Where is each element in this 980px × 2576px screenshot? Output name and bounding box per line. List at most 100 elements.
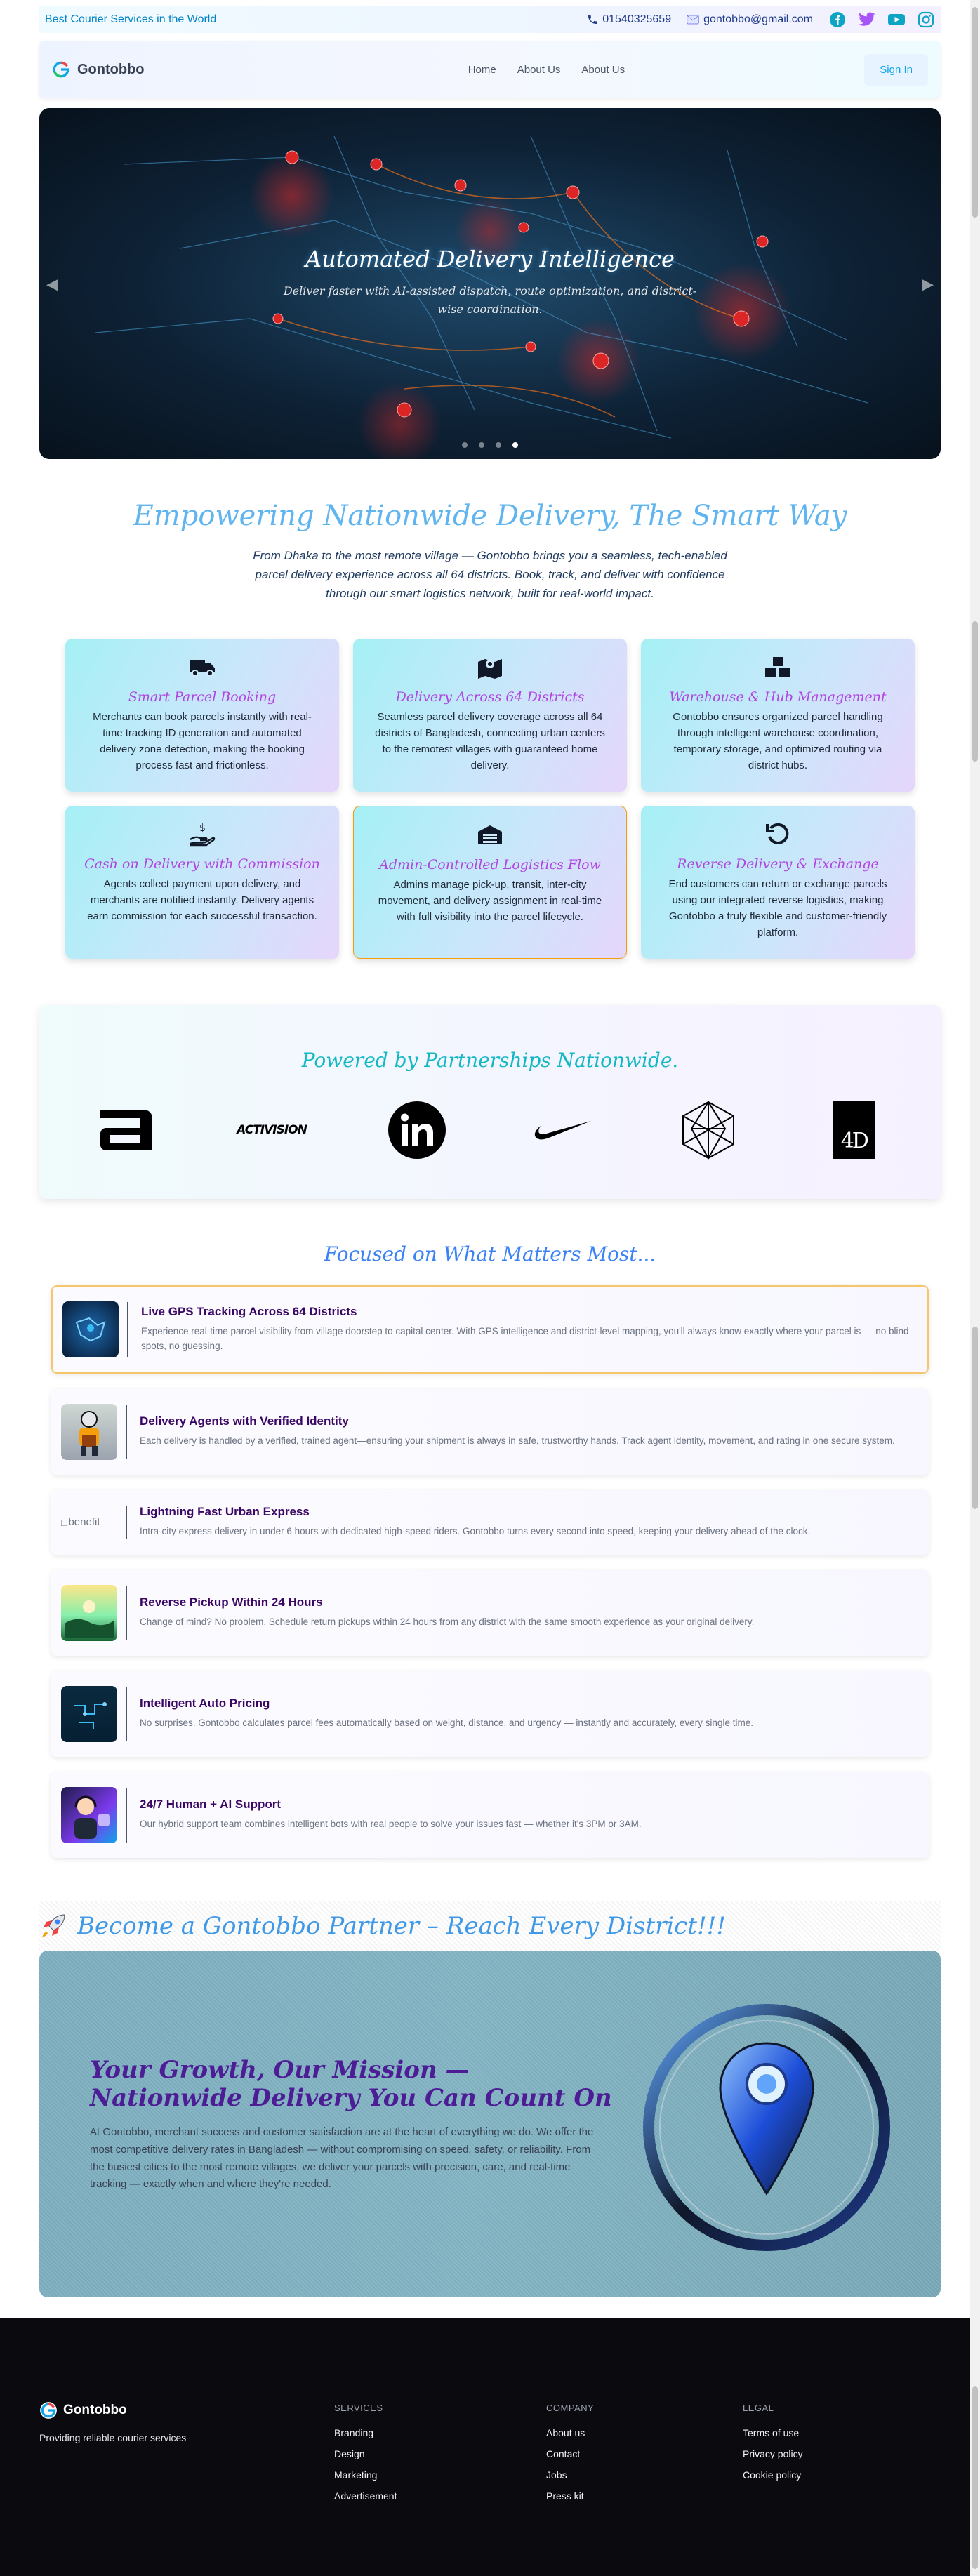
page-scrollbar[interactable] <box>970 0 980 2576</box>
benefit-item: Delivery Agents with Verified Identity Ea… <box>51 1388 929 1475</box>
benefit-text: Experience real-time parcel visibility f… <box>141 1325 909 1351</box>
footer-link[interactable]: Marketing <box>334 2469 397 2481</box>
auto-pricing-image <box>61 1685 117 1742</box>
focus-section: Focused on What Matters Most... Live GPS… <box>51 1242 929 1858</box>
scrollbar-thumb[interactable] <box>972 1327 978 1509</box>
sign-in-button[interactable]: Sign In <box>864 53 928 86</box>
rocket-icon <box>42 1914 65 1937</box>
footer-link[interactable]: Press kit <box>546 2490 594 2502</box>
footer-link[interactable]: Advertisement <box>334 2490 397 2502</box>
feature-card: Warehouse & Hub Management Gontobbo ensu… <box>641 638 915 792</box>
intro-title: Empowering Nationwide Delivery, The Smar… <box>133 500 847 532</box>
benefit-title: Intelligent Auto Pricing <box>140 1697 270 1711</box>
feature-card: Reverse Delivery & Exchange End customer… <box>641 805 915 959</box>
facebook-icon[interactable] <box>828 11 847 29</box>
warehouse-icon <box>478 825 502 844</box>
youtube-icon[interactable] <box>887 11 906 29</box>
scrollbar-thumb[interactable] <box>972 2386 978 2569</box>
geometric-logo <box>670 1100 747 1160</box>
footer-link[interactable]: Privacy policy <box>743 2448 803 2459</box>
footer-link[interactable]: Terms of use <box>743 2427 803 2438</box>
benefit-title: Lightning Fast Urban Express <box>140 1505 310 1519</box>
brand-logo[interactable]: Gontobbo <box>52 60 145 79</box>
scrollbar-thumb[interactable] <box>972 7 978 218</box>
benefit-text: No surprises. Gontobbo calculates parcel… <box>140 1718 753 1729</box>
benefit-item: Live GPS Tracking Across 64 Districts Exp… <box>51 1284 929 1374</box>
footer-link[interactable]: Branding <box>334 2427 397 2438</box>
nav-link-home[interactable]: Home <box>468 64 496 76</box>
become-partner-title: Become a Gontobbo Partner – Reach Every … <box>77 1911 726 1940</box>
feature-title: Admin-Controlled Logistics Flow <box>379 856 601 872</box>
carousel-dot-active[interactable] <box>512 442 518 448</box>
feature-title: Reverse Delivery & Exchange <box>677 856 879 872</box>
footer-column-title: LEGAL <box>743 2403 774 2413</box>
map-pin-icon <box>478 658 502 679</box>
features-grid: Smart Parcel Booking Merchants can book … <box>65 638 915 959</box>
benefit-text: Our hybrid support team combines intelli… <box>140 1819 642 1830</box>
footer-column-legal: LEGAL Terms of use Privacy policy Cookie… <box>743 2403 803 2490</box>
undo-icon <box>766 823 789 844</box>
benefit-text: Change of mind? No problem. Schedule ret… <box>140 1616 755 1628</box>
carousel-dots <box>39 442 941 448</box>
email-address: gontobbo@gmail.com <box>703 13 813 25</box>
footer-column-title: COMPANY <box>546 2403 595 2413</box>
footer-tagline: Providing reliable courier services <box>39 2432 187 2443</box>
4d-logo: 4D <box>815 1100 892 1160</box>
carousel-dot[interactable] <box>479 442 484 448</box>
benefit-title: Reverse Pickup Within 24 Hours <box>140 1595 323 1609</box>
hand-money-icon: $ <box>190 823 216 846</box>
hero-title: Automated Delivery Intelligence <box>305 246 675 272</box>
carousel-dot[interactable] <box>462 442 468 448</box>
feature-text: Admins manage pick-up, transit, inter-ci… <box>378 878 602 924</box>
benefit-item: □ benefit Lightning Fast Urban Express Int… <box>51 1489 929 1555</box>
nav-link-about-us[interactable]: About Us <box>517 64 561 76</box>
email-contact[interactable]: gontobbo@gmail.com <box>687 13 813 26</box>
benefit-text: Each delivery is handled by a verified, … <box>140 1435 895 1447</box>
gontobbo-logo-icon <box>40 2402 57 2419</box>
reverse-pickup-image <box>61 1584 117 1641</box>
instagram-icon[interactable] <box>917 11 935 29</box>
scrollbar-thumb[interactable] <box>972 621 978 762</box>
feature-card: Smart Parcel Booking Merchants can book … <box>65 638 339 792</box>
gontobbo-logo-icon <box>53 61 69 78</box>
footer-column-title: SERVICES <box>334 2403 383 2413</box>
partners-title: Powered by Partnerships Nationwide. <box>301 1048 679 1072</box>
footer-brand-name: Gontobbo <box>63 2403 127 2417</box>
become-partner-heading: Become a Gontobbo Partner – Reach Every … <box>39 1901 941 1951</box>
intro-text: From Dhaka to the most remote village — … <box>253 549 727 601</box>
feature-text: Agents collect payment upon delivery, an… <box>87 877 317 923</box>
benefit-item: 24/7 Human + AI Support Our hybrid suppor… <box>51 1772 929 1858</box>
footer-link[interactable]: Jobs <box>546 2469 594 2481</box>
feature-title: Cash on Delivery with Commission <box>84 856 320 872</box>
footer-link[interactable]: Design <box>334 2448 397 2459</box>
twitter-icon[interactable] <box>858 11 876 29</box>
linkedin-logo <box>378 1100 456 1160</box>
abbott-logo <box>88 1100 165 1160</box>
broken-image-icon: □ benefit <box>61 1516 100 1529</box>
feature-text: End customers can return or exchange par… <box>668 877 887 939</box>
feature-card: Delivery Across 64 Districts Seamless pa… <box>353 638 627 792</box>
benefit-item: Intelligent Auto Pricing No surprises. Go… <box>51 1671 929 1757</box>
truck-icon <box>190 660 215 677</box>
feature-text: Gontobbo ensures organized parcel handli… <box>673 710 883 772</box>
footer-link[interactable]: Contact <box>546 2448 594 2459</box>
carousel-dot[interactable] <box>496 442 501 448</box>
support-image <box>61 1786 117 1843</box>
feature-title: Warehouse & Hub Management <box>669 689 887 705</box>
feature-title: Delivery Across 64 Districts <box>395 689 585 705</box>
navbar: Gontobbo Home About Us About Us Sign In <box>39 41 941 98</box>
boxes-icon <box>765 656 790 677</box>
footer-brand[interactable]: Gontobbo <box>39 2401 186 2419</box>
footer-link[interactable]: About us <box>546 2427 594 2438</box>
gps-tracking-image <box>62 1301 119 1357</box>
delivery-agent-image <box>61 1403 117 1460</box>
growth-text: At Gontobbo, merchant success and custom… <box>90 2126 594 2191</box>
intro-section: Empowering Nationwide Delivery, The Smar… <box>0 500 980 604</box>
nav-link-about-us-2[interactable]: About Us <box>581 64 625 76</box>
growth-title: Your Growth, Our Mission — Nationwide De… <box>90 2055 612 2113</box>
activision-logo: ACTIVISION <box>237 1122 307 1137</box>
phone-icon <box>588 15 597 24</box>
topbar: Best Courier Services in the World 01540… <box>0 0 980 39</box>
phone-contact[interactable]: 01540325659 <box>587 13 671 26</box>
footer-link[interactable]: Cookie policy <box>743 2469 803 2481</box>
